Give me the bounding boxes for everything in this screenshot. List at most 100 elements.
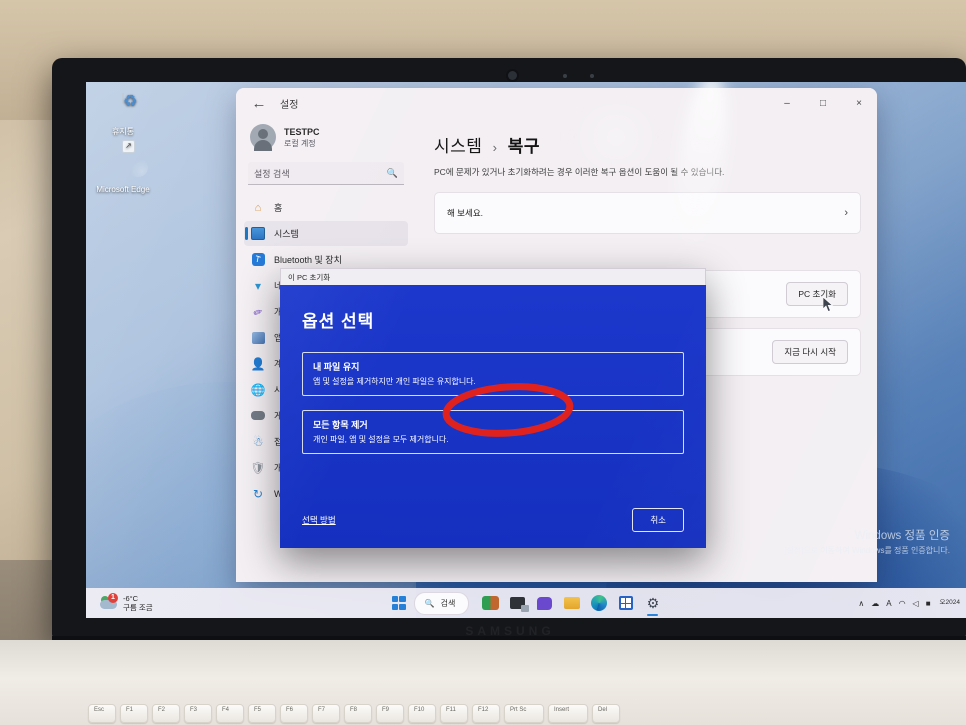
settings-window-title: 설정 [280, 99, 299, 111]
option-remove-everything[interactable]: 모든 항목 제거 개인 파일, 앱 및 설정을 모두 제거합니다. [302, 410, 684, 454]
breadcrumb-parent[interactable]: 시스템 [434, 137, 482, 156]
start-button[interactable] [388, 592, 410, 614]
clock-line-2: 2024 [945, 599, 960, 606]
keyboard-key-f3[interactable]: F3 [184, 704, 212, 723]
tray-volume-icon[interactable]: ◁ [913, 599, 919, 608]
keyboard-key-insert[interactable]: Insert [548, 704, 588, 723]
gaming-icon [251, 409, 265, 423]
apps-icon [251, 331, 265, 345]
reset-dialog-heading: 옵션 선택 [302, 312, 375, 331]
search-placeholder: 설정 검색 [254, 168, 290, 179]
maximize-button[interactable]: □ [805, 88, 841, 118]
webcam-icon [508, 71, 517, 80]
desktop-icon-label: 휴지통 [111, 127, 135, 136]
keyboard-key-esc[interactable]: Esc [88, 704, 116, 723]
taskbar-clock[interactable]: 오 2024 [940, 599, 960, 607]
option-description: 개인 파일, 앱 및 설정을 모두 제거합니다. [313, 435, 449, 444]
keyboard-key-f1[interactable]: F1 [120, 704, 148, 723]
bluetooth-icon: 𐌕 [251, 253, 265, 267]
webcam-sensor-icon [563, 74, 567, 78]
accessibility-icon: ☃ [252, 434, 264, 449]
recycle-bin-icon [108, 93, 138, 124]
taskbar-search-placeholder: 검색 [440, 598, 456, 608]
sidebar-item-label: 시스템 [274, 229, 299, 239]
system-icon [251, 227, 265, 241]
keyboard-key-f10[interactable]: F10 [408, 704, 436, 723]
taskbar-file-explorer-icon[interactable] [560, 592, 583, 615]
sidebar-item-label: 홈 [274, 203, 283, 213]
tray-battery-icon[interactable]: ■ [926, 599, 931, 608]
windows-logo-icon [391, 596, 406, 610]
taskbar-settings-gear-icon[interactable]: ⚙ [641, 592, 664, 616]
keyboard-key-f2[interactable]: F2 [152, 704, 180, 723]
reset-pc-dialog: 이 PC 초기화 옵션 선택 내 파일 유지 앱 및 설정을 제거하지만 개인 … [280, 268, 706, 548]
breadcrumb: 시스템 › 복구 [434, 132, 861, 157]
settings-titlebar: ← 설정 – □ × [236, 88, 877, 118]
keyboard-key-f12[interactable]: F12 [472, 704, 500, 723]
reset-pc-button[interactable]: PC 초기화 [786, 282, 848, 306]
restart-now-button[interactable]: 지금 다시 시작 [772, 340, 848, 364]
windows-update-icon: ↻ [252, 486, 264, 501]
sidebar-item-home[interactable]: ⌂ 홈 [244, 195, 408, 220]
breadcrumb-separator: › [492, 140, 498, 155]
taskbar-search-box[interactable]: 🔍 검색 [413, 591, 470, 615]
recovery-card-1-title: 해 보세요. [447, 208, 484, 218]
keyboard-key-f7[interactable]: F7 [312, 704, 340, 723]
mouse-cursor-icon [823, 297, 834, 312]
function-key-row: Esc F1 F2 F3 F4 F5 F6 F7 F8 F9 F10 F11 F12 Prt Sc Inse… [88, 704, 620, 723]
keyboard-key-f6[interactable]: F6 [280, 704, 308, 723]
chevron-right-icon: › [844, 207, 848, 219]
keyboard-key-del[interactable]: Del [592, 704, 620, 723]
reset-dialog-body: 옵션 선택 내 파일 유지 앱 및 설정을 제거하지만 개인 파일은 유지합니다… [280, 285, 706, 548]
search-input[interactable]: 설정 검색 🔍 [248, 162, 404, 185]
keyboard-key-prt-sc[interactable]: Prt Sc [504, 704, 544, 723]
taskbar-task-view-icon[interactable] [506, 592, 530, 615]
keyboard-key-f11[interactable]: F11 [440, 704, 468, 723]
taskbar-widgets-icon[interactable] [479, 592, 502, 615]
desktop-icon-microsoft-edge[interactable]: ↗ Microsoft Edge [90, 140, 156, 195]
desktop-icon-label: Microsoft Edge [96, 185, 150, 194]
tray-chevron-up-icon[interactable]: ∧ [858, 599, 864, 608]
keyboard-key-f4[interactable]: F4 [216, 704, 244, 723]
keyboard-key-f8[interactable]: F8 [344, 704, 372, 723]
network-icon: ▾ [254, 278, 262, 293]
tray-onedrive-icon[interactable]: ☁ [871, 599, 879, 608]
option-title: 내 파일 유지 [313, 362, 360, 372]
page-subtitle: PC에 문제가 있거나 초기화하려는 경우 이러한 복구 옵션이 도움이 될 수… [434, 167, 725, 177]
webcam-led-icon [590, 74, 594, 78]
system-tray: ∧ ☁ A ◠ ◁ ■ 오 2024 [858, 599, 960, 608]
cancel-button[interactable]: 취소 [632, 508, 684, 532]
keyboard-key-f9[interactable]: F9 [376, 704, 404, 723]
sidebar-item-label: Bluetooth 및 장치 [274, 255, 342, 265]
taskbar-microsoft-store-icon[interactable] [614, 592, 637, 615]
search-icon: 🔍 [424, 598, 435, 608]
activation-watermark: Windows 정품 인증 [설정]으로 이동하여 Windows를 정품 인증… [784, 527, 950, 556]
home-icon: ⌂ [254, 201, 262, 214]
accounts-icon: 👤 [250, 356, 266, 371]
reset-dialog-footer: 선택 방법 취소 [302, 508, 684, 532]
photo-scene: 휴지통 ↗ Microsoft Edge ← 설정 – □ × [0, 0, 966, 725]
page-title: 복구 [507, 137, 541, 156]
option-title: 모든 항목 제거 [313, 420, 368, 430]
back-arrow-icon[interactable]: ← [244, 90, 274, 116]
minimize-button[interactable]: – [769, 88, 805, 118]
option-keep-my-files[interactable]: 내 파일 유지 앱 및 설정을 제거하지만 개인 파일은 유지합니다. [302, 352, 684, 396]
privacy-security-icon: 🛡 [250, 460, 266, 475]
recovery-card-1[interactable]: 해 보세요. › [434, 192, 861, 234]
taskbar-microsoft-edge-icon[interactable] [587, 592, 610, 615]
avatar [250, 124, 276, 151]
option-description: 앱 및 설정을 제거하지만 개인 파일은 유지합니다. [313, 377, 476, 386]
sidebar-item-system[interactable]: 시스템 [244, 221, 408, 246]
taskbar-chat-icon[interactable] [533, 592, 556, 615]
close-button[interactable]: × [841, 88, 877, 118]
tray-ime-icon[interactable]: A [886, 599, 891, 608]
account-name: TESTPC [284, 126, 320, 137]
account-type: 로컬 계정 [284, 138, 316, 148]
watermark-line-1: Windows 정품 인증 [854, 530, 950, 542]
help-me-choose-link[interactable]: 선택 방법 [302, 514, 336, 526]
tray-wifi-icon[interactable]: ◠ [899, 599, 906, 608]
account-block[interactable]: TESTPC 로컬 계정 [244, 118, 408, 160]
desktop-icon-recycle-bin[interactable]: 휴지통 [90, 93, 156, 137]
keyboard-key-f5[interactable]: F5 [248, 704, 276, 723]
reset-dialog-titlebar: 이 PC 초기화 [280, 268, 706, 285]
